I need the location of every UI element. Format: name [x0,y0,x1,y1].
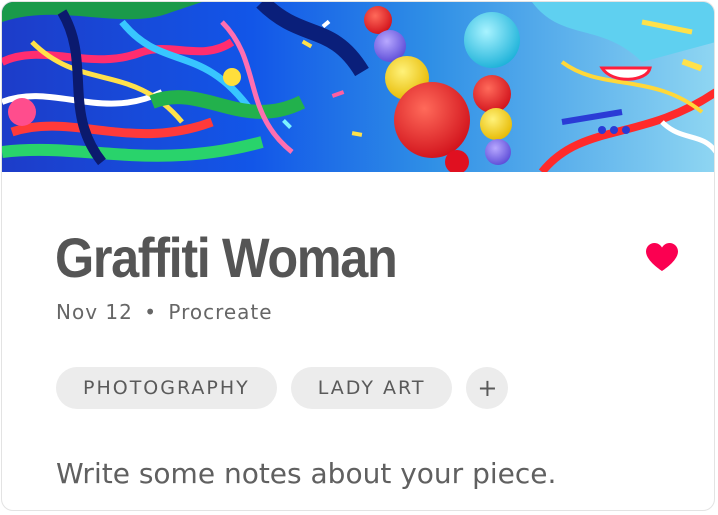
tag-list: PHOTOGRAPHY LADY ART + [56,367,509,409]
notes-field[interactable]: Write some notes about your piece. [56,456,556,492]
tag-photography[interactable]: PHOTOGRAPHY [56,367,277,409]
artwork-title[interactable]: Graffiti Woman [55,225,398,291]
artwork-card: Graffiti Woman Nov 12 • Procreate PHOTOG… [1,1,715,511]
artwork-meta: Nov 12 • Procreate [56,299,273,325]
favorite-button[interactable] [642,237,682,277]
artwork-image[interactable] [2,2,714,172]
add-tag-button[interactable]: + [466,367,509,409]
artwork-app: Procreate [168,300,273,324]
heart-icon [646,243,678,271]
meta-separator: • [144,300,157,324]
artwork-date: Nov 12 [56,300,133,324]
tag-lady-art[interactable]: LADY ART [290,367,453,409]
